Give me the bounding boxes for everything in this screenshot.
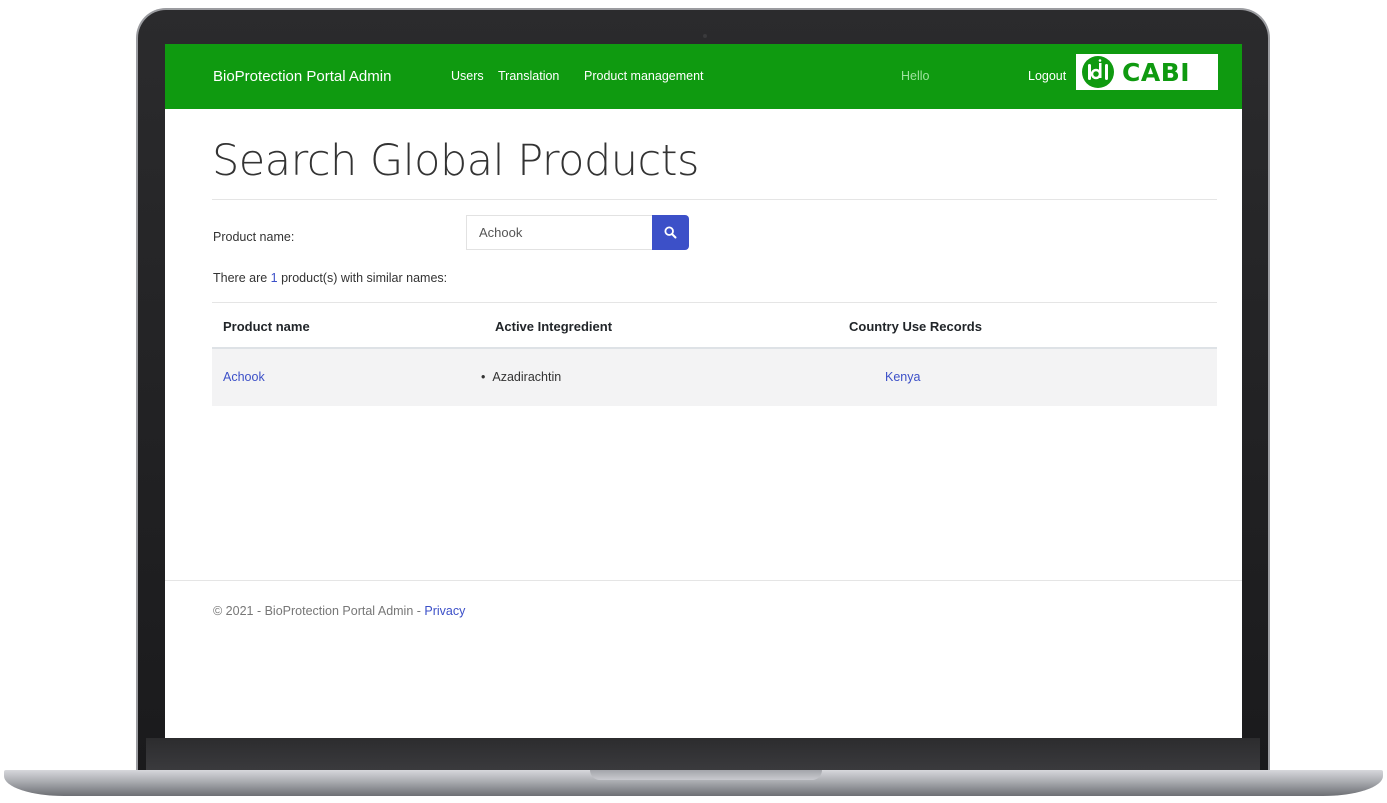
country-link[interactable]: Kenya <box>885 370 920 384</box>
laptop-bezel-bottom <box>146 738 1260 770</box>
product-name-label: Product name: <box>213 230 295 244</box>
browser-screen: BioProtection Portal Admin Users Transla… <box>165 44 1242 738</box>
navbar: BioProtection Portal Admin Users Transla… <box>165 44 1242 109</box>
column-header-active-ingredient: Active Integredient <box>495 319 613 334</box>
title-divider <box>212 199 1217 200</box>
search-icon <box>664 226 677 239</box>
cabi-logo: CABI <box>1076 54 1218 90</box>
results-suffix: product(s) with similar names: <box>277 271 448 285</box>
greeting-text: Hello <box>901 69 930 83</box>
cabi-logo-mark-icon <box>1082 56 1114 88</box>
nav-link-product-management[interactable]: Product management <box>584 69 704 83</box>
search-button[interactable] <box>652 215 689 250</box>
results-count: 1 <box>270 271 278 285</box>
logout-link[interactable]: Logout <box>1028 69 1066 83</box>
product-name-link[interactable]: Achook <box>223 370 265 384</box>
camera-dot <box>703 34 707 38</box>
page-title: Search Global Products <box>212 136 699 186</box>
navbar-brand[interactable]: BioProtection Portal Admin <box>213 68 391 85</box>
results-summary: There are 1 product(s) with similar name… <box>213 271 447 285</box>
laptop-base-notch <box>590 770 822 780</box>
nav-link-translation[interactable]: Translation <box>498 69 559 83</box>
active-ingredient-item: • Azadirachtin <box>481 370 561 384</box>
nav-link-users[interactable]: Users <box>451 69 484 83</box>
column-header-product-name: Product name <box>223 319 310 334</box>
table-row: Achook • Azadirachtin Kenya <box>212 349 1217 406</box>
bullet-icon: • <box>481 370 486 384</box>
table-top-divider <box>212 302 1217 303</box>
footer-divider <box>165 580 1242 581</box>
product-search-input[interactable] <box>466 215 652 250</box>
privacy-link[interactable]: Privacy <box>424 604 465 618</box>
active-ingredient-text: Azadirachtin <box>492 370 562 384</box>
results-prefix: There are <box>213 271 271 285</box>
cabi-logo-text: CABI <box>1122 57 1191 87</box>
footer: © 2021 - BioProtection Portal Admin - Pr… <box>213 604 465 618</box>
column-header-country-use-records: Country Use Records <box>849 319 982 334</box>
footer-copyright: © 2021 - BioProtection Portal Admin - <box>213 604 425 618</box>
